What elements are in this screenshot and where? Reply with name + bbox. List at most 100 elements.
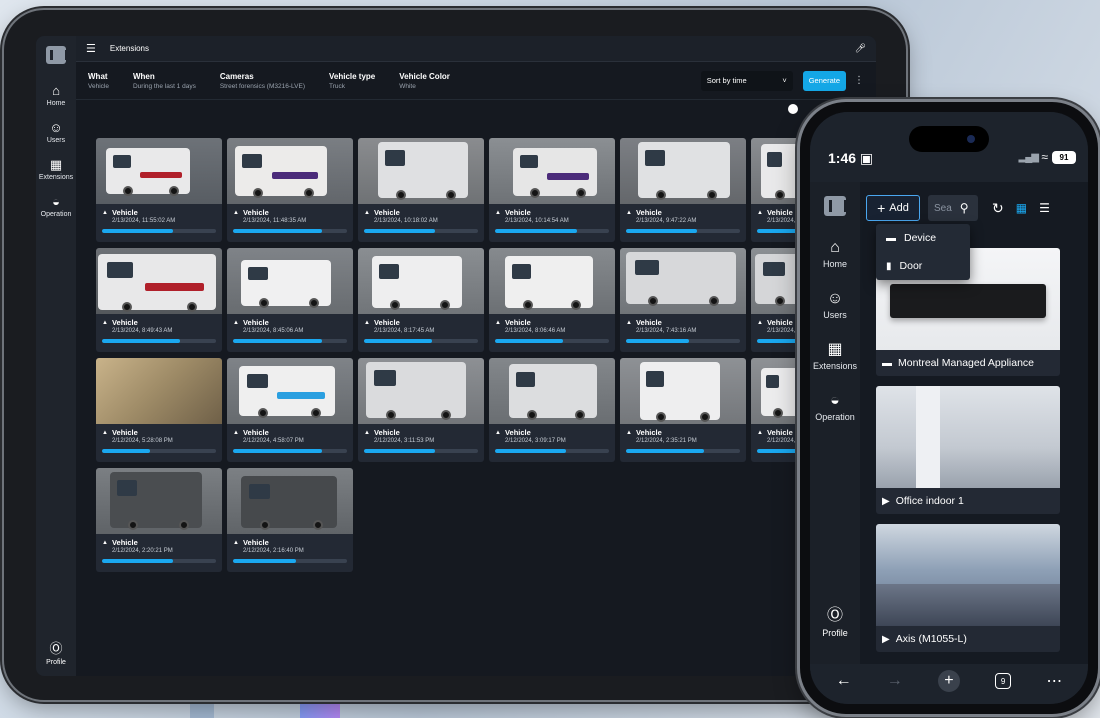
result-card[interactable]: ▲ Vehicle 2/13/2024, 10:18:02 AM — [358, 138, 484, 242]
tablet-nav-rail: ⌂ Home ☺ Users ▦ Extensions ◒ Operation Ⓞ Profi… — [36, 36, 76, 676]
nav-item-operation[interactable]: ◒ Operation — [815, 393, 855, 423]
phone-nav-profile[interactable]: Ⓞ Profile — [810, 601, 860, 638]
result-title-text: Vehicle — [504, 428, 531, 437]
refresh-icon[interactable]: ↻ — [992, 200, 1004, 217]
result-card[interactable]: ▲ Vehicle 2/12/2024, 2:16:40 PM — [227, 468, 353, 572]
tabs-count-icon[interactable]: 9 — [995, 673, 1012, 689]
back-arrow-icon[interactable]: ← — [836, 672, 852, 690]
device-preview[interactable] — [876, 386, 1060, 488]
forward-arrow-icon[interactable]: → — [887, 672, 903, 690]
result-title-text: Vehicle — [373, 318, 400, 327]
nav-item-extensions[interactable]: ▦ Extensions — [813, 342, 857, 372]
result-card[interactable]: ▲ Vehicle 2/13/2024, 11:48:35 AM — [227, 138, 353, 242]
result-card[interactable]: ▲ Vehicle 2/13/2024, 7:43:16 AM — [620, 248, 746, 352]
result-thumbnail[interactable] — [358, 138, 484, 204]
result-timestamp: 2/13/2024, 11:48:35 AM — [243, 218, 307, 224]
result-thumbnail[interactable] — [227, 358, 353, 424]
result-card[interactable]: ▲ Vehicle 2/13/2024, 9:47:22 AM — [620, 138, 746, 242]
add-label: Add — [889, 202, 909, 214]
result-thumbnail[interactable] — [358, 248, 484, 314]
device-preview[interactable] — [876, 524, 1060, 626]
app-logo-icon[interactable] — [46, 46, 68, 64]
confidence-bar — [233, 449, 347, 453]
filter-what[interactable]: What Vehicle — [88, 72, 109, 90]
toggle-knob[interactable] — [788, 104, 798, 114]
result-card[interactable]: ▲ Vehicle 2/12/2024, 3:11:53 PM — [358, 358, 484, 462]
nav-item-operation[interactable]: ◒ Operation — [41, 195, 72, 219]
vehicle-window — [242, 154, 262, 168]
result-card[interactable]: ▲ Vehicle 2/12/2024, 3:09:17 PM — [489, 358, 615, 462]
result-title: ▲ Vehicle — [626, 208, 740, 217]
vehicle-wheel — [700, 412, 710, 422]
result-card[interactable]: ▲ Vehicle 2/12/2024, 2:35:21 PM — [620, 358, 746, 462]
grid-view-icon[interactable]: ▦ — [1016, 201, 1027, 215]
device-card[interactable]: ▶ Office indoor 1 — [876, 386, 1060, 514]
filter-vehicle-color[interactable]: Vehicle Color White — [399, 72, 450, 90]
result-thumbnail[interactable] — [96, 468, 222, 534]
more-options-icon[interactable]: ⋮ — [854, 75, 864, 86]
result-thumbnail[interactable] — [96, 248, 222, 314]
list-view-icon[interactable]: ☰ — [1039, 201, 1050, 215]
nav-item-home[interactable]: ⌂ Home — [823, 239, 847, 270]
filter-cameras[interactable]: Cameras Street forensics (M3216-LVE) — [220, 72, 305, 90]
hamburger-menu-icon[interactable]: ☰ — [86, 42, 96, 55]
result-title: ▲ Vehicle — [495, 318, 609, 327]
app-logo-icon[interactable] — [824, 196, 847, 216]
nav-item-users[interactable]: ☺ Users — [47, 121, 65, 145]
result-timestamp: 2/12/2024, 4:58:07 PM — [243, 438, 304, 444]
nav-item-home[interactable]: ⌂ Home — [47, 84, 66, 108]
filter-vehicle-type[interactable]: Vehicle type Truck — [329, 72, 375, 90]
result-title-text: Vehicle — [373, 208, 400, 217]
result-card[interactable]: ▲ Vehicle 2/13/2024, 8:45:06 AM — [227, 248, 353, 352]
result-thumbnail[interactable] — [620, 358, 746, 424]
result-title-text: Vehicle — [766, 318, 793, 327]
nav-item-extensions[interactable]: ▦ Extensions — [39, 158, 73, 182]
result-thumbnail[interactable] — [620, 248, 746, 314]
users-icon: ☺ — [826, 290, 844, 307]
add-menu-item-door[interactable]: ▮ Door — [876, 252, 970, 280]
result-thumbnail[interactable] — [96, 138, 222, 204]
result-thumbnail[interactable] — [358, 358, 484, 424]
result-card[interactable]: ▲ Vehicle 2/12/2024, 2:20:21 PM — [96, 468, 222, 572]
device-list: ▬ Montreal Managed Appliance ▶ Office indoo… — [876, 248, 1060, 662]
status-time: 1:46 ▣ — [828, 150, 874, 166]
browser-bottom-bar: ← → + 9 ⋯ — [810, 664, 1088, 704]
result-thumbnail[interactable] — [489, 138, 615, 204]
sort-dropdown[interactable]: Sort by time ˅ — [700, 70, 793, 91]
result-card[interactable]: ▲ Vehicle 2/13/2024, 11:55:02 AM — [96, 138, 222, 242]
result-card[interactable]: ▲ Vehicle 2/13/2024, 10:14:54 AM — [489, 138, 615, 242]
add-button[interactable]: + Add — [866, 195, 920, 221]
search-placeholder: Sea — [934, 202, 952, 214]
result-title-text: Vehicle — [373, 428, 400, 437]
car-icon: ▲ — [233, 209, 239, 216]
result-card[interactable]: ▲ Vehicle 2/13/2024, 8:49:43 AM — [96, 248, 222, 352]
filter-when[interactable]: When During the last 1 days — [133, 72, 196, 90]
result-thumbnail[interactable] — [227, 138, 353, 204]
device-card[interactable]: ▶ Axis (M1055-L) — [876, 524, 1060, 652]
result-title: ▲ Vehicle — [102, 538, 216, 547]
more-options-icon[interactable]: ⋯ — [1046, 671, 1062, 691]
tablet-nav-profile[interactable]: Ⓞ Profile — [36, 638, 76, 666]
result-thumbnail[interactable] — [227, 468, 353, 534]
result-thumbnail[interactable] — [96, 358, 222, 424]
generate-button[interactable]: Generate — [802, 70, 846, 91]
microphone-icon[interactable]: 🎤︎ — [855, 43, 866, 54]
vehicle-window — [113, 155, 131, 168]
result-card[interactable]: ▲ Vehicle 2/12/2024, 5:28:08 PM — [96, 358, 222, 462]
result-card[interactable]: ▲ Vehicle 2/13/2024, 8:06:46 AM — [489, 248, 615, 352]
result-card[interactable]: ▲ Vehicle 2/13/2024, 8:17:45 AM — [358, 248, 484, 352]
vehicle-wheel — [122, 302, 132, 312]
result-card[interactable]: ▲ Vehicle 2/12/2024, 4:58:07 PM — [227, 358, 353, 462]
car-icon: ▲ — [626, 319, 632, 326]
result-thumbnail[interactable] — [489, 358, 615, 424]
car-icon: ▲ — [233, 429, 239, 436]
vehicle-wheel — [441, 410, 451, 420]
result-thumbnail[interactable] — [227, 248, 353, 314]
nav-item-users[interactable]: ☺ Users — [823, 290, 847, 321]
result-thumbnail[interactable] — [620, 138, 746, 204]
result-thumbnail[interactable] — [489, 248, 615, 314]
home-icon: ⌂ — [830, 239, 840, 256]
add-menu-item-device[interactable]: ▬ Device — [876, 224, 970, 252]
new-tab-icon[interactable]: + — [937, 670, 960, 692]
search-input[interactable]: Sea ⚲ — [928, 195, 978, 221]
